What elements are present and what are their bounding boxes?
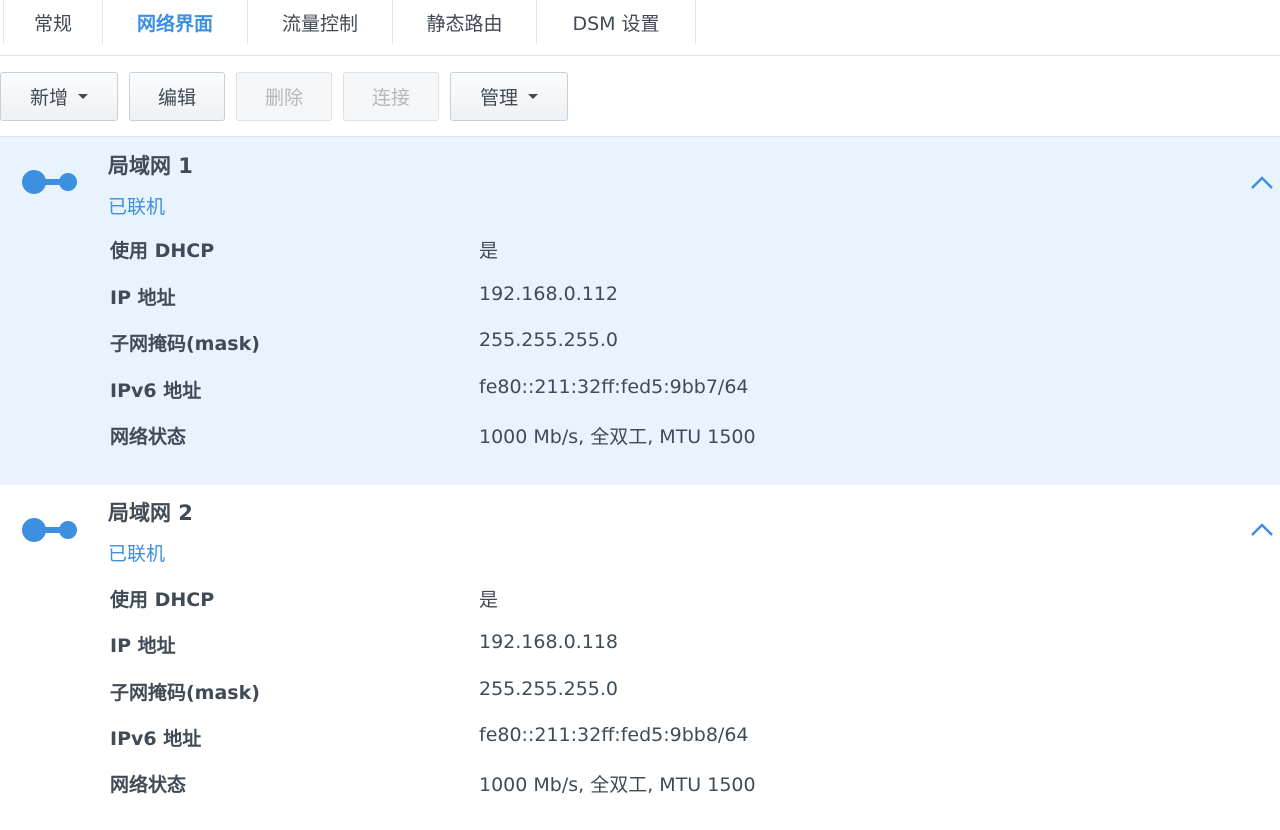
manage-button-label: 管理	[479, 87, 518, 109]
detail-value: 192.168.0.112	[479, 283, 619, 305]
detail-row: 网络状态 1000 Mb/s, 全双工, MTU 1500	[0, 422, 1280, 452]
detail-row: 使用 DHCP 是	[0, 236, 1280, 266]
detail-label: 使用 DHCP	[110, 240, 215, 262]
detail-value: 255.255.255.0	[479, 329, 619, 351]
detail-value: 是	[479, 240, 499, 262]
detail-row: IP 地址 192.168.0.118	[0, 631, 1280, 661]
detail-value: 1000 Mb/s, 全双工, MTU 1500	[479, 426, 756, 448]
add-button-label: 新增	[29, 87, 68, 109]
detail-value: 255.255.255.0	[479, 678, 619, 700]
detail-label: IP 地址	[110, 635, 176, 657]
detail-value: 是	[479, 589, 499, 611]
edit-button[interactable]: 编辑	[129, 72, 225, 121]
interface-status: 已联机	[108, 543, 166, 565]
delete-button[interactable]: 删除	[236, 72, 332, 121]
tab-traffic-control[interactable]: 流量控制	[248, 0, 392, 44]
detail-label: IPv6 地址	[110, 728, 202, 750]
detail-row: IPv6 地址 fe80::211:32ff:fed5:9bb7/64	[0, 376, 1280, 406]
detail-label: 子网掩码(mask)	[110, 682, 260, 704]
detail-row: IP 地址 192.168.0.112	[0, 283, 1280, 313]
interface-name: 局域网 1	[108, 154, 193, 178]
detail-value: 1000 Mb/s, 全双工, MTU 1500	[479, 774, 756, 796]
caret-down-icon	[78, 94, 88, 99]
tab-bar: 常规 网络界面 流量控制 静态路由 DSM 设置	[0, 0, 1280, 56]
detail-label: IPv6 地址	[110, 380, 202, 402]
add-button[interactable]: 新增	[0, 72, 118, 121]
caret-down-icon	[528, 94, 538, 99]
interface-name: 局域网 2	[108, 501, 193, 525]
chevron-up-icon[interactable]	[1248, 520, 1276, 540]
detail-row: 使用 DHCP 是	[0, 585, 1280, 615]
tab-network-interface[interactable]: 网络界面	[103, 0, 247, 44]
detail-value: fe80::211:32ff:fed5:9bb7/64	[479, 376, 749, 398]
detail-label: IP 地址	[110, 287, 176, 309]
tab-separator	[695, 0, 696, 44]
detail-row: IPv6 地址 fe80::211:32ff:fed5:9bb8/64	[0, 724, 1280, 754]
detail-label: 网络状态	[110, 774, 187, 796]
manage-button[interactable]: 管理	[450, 72, 568, 121]
detail-label: 使用 DHCP	[110, 589, 215, 611]
detail-row: 子网掩码(mask) 255.255.255.0	[0, 329, 1280, 359]
interface-panel-lan1[interactable]: 局域网 1 已联机 使用 DHCP 是 IP 地址 192.168.0.112 …	[0, 136, 1280, 485]
interface-status: 已联机	[108, 196, 166, 218]
connect-button[interactable]: 连接	[343, 72, 439, 121]
tab-dsm-settings[interactable]: DSM 设置	[537, 0, 695, 44]
tab-static-route[interactable]: 静态路由	[393, 0, 536, 44]
detail-label: 子网掩码(mask)	[110, 333, 260, 355]
tab-general[interactable]: 常规	[4, 0, 102, 44]
detail-label: 网络状态	[110, 426, 187, 448]
detail-value: fe80::211:32ff:fed5:9bb8/64	[479, 724, 749, 746]
detail-value: 192.168.0.118	[479, 631, 619, 653]
chevron-up-icon[interactable]	[1248, 173, 1276, 193]
detail-row: 子网掩码(mask) 255.255.255.0	[0, 678, 1280, 708]
network-connected-icon	[22, 170, 77, 194]
interface-panel-lan2[interactable]: 局域网 2 已联机 使用 DHCP 是 IP 地址 192.168.0.118 …	[0, 485, 1280, 830]
network-connected-icon	[22, 518, 77, 542]
toolbar: 新增 编辑 删除 连接 管理	[0, 72, 1280, 122]
detail-row: 网络状态 1000 Mb/s, 全双工, MTU 1500	[0, 770, 1280, 800]
